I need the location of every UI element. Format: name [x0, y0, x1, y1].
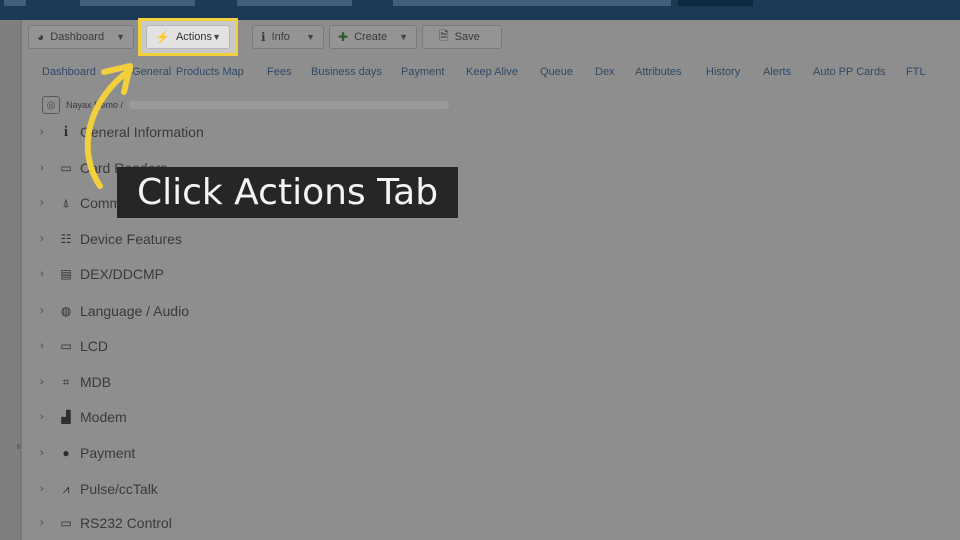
tree-item-general-information[interactable]: › i General Information	[40, 122, 204, 142]
globe-icon: ◍	[60, 304, 72, 318]
top-bar-search-field[interactable]	[393, 0, 671, 6]
tree-item-label: Device Features	[80, 231, 182, 247]
antenna-icon: ⍋	[62, 195, 70, 210]
tree-item-device-features[interactable]: › ☷ Device Features	[40, 229, 182, 249]
create-button[interactable]: ✚ Create ▼	[329, 25, 417, 49]
tree-item-label: General Information	[80, 124, 204, 140]
device-icon: ◎	[42, 96, 60, 114]
tab-attributes[interactable]: Attributes	[635, 66, 681, 78]
tree-item-lcd[interactable]: › ▭ LCD	[40, 336, 108, 356]
chevron-right-icon: ›	[40, 268, 44, 280]
tree-item-label: LCD	[80, 338, 109, 354]
tab-dex[interactable]: Dex	[595, 66, 615, 78]
chevron-down-icon: ▼	[212, 32, 221, 42]
pie-chart-icon: ◕	[37, 30, 45, 44]
create-label: Create	[354, 31, 388, 43]
tab-products-map[interactable]: Products Map	[176, 66, 244, 78]
tree-item-label: RS232 Control	[80, 515, 172, 531]
tab-fees[interactable]: Fees	[267, 66, 291, 78]
chevron-right-icon: ›	[40, 126, 44, 138]
chevron-right-icon: ›	[40, 517, 44, 529]
tree-item-label: Language / Audio	[80, 303, 189, 319]
info-button[interactable]: ℹ Info ▼	[252, 25, 324, 49]
save-icon: 🗎	[439, 28, 449, 43]
tab-dashboard[interactable]: Dashboard	[42, 66, 96, 78]
plus-icon: ✚	[338, 30, 349, 44]
chevron-right-icon: ›	[40, 305, 44, 317]
chevron-right-icon: ›	[40, 233, 44, 245]
tree-item-modem[interactable]: › ▟ Modem	[40, 407, 127, 427]
payment-icon: ●	[62, 446, 70, 460]
tree-item-label: Pulse/ccTalk	[80, 481, 158, 497]
tree-item-mdb[interactable]: › ⌗ MDB	[40, 372, 111, 392]
tab-keep-alive[interactable]: Keep Alive	[466, 66, 518, 78]
chevron-down-icon: ▼	[116, 32, 125, 42]
info-icon: ℹ	[261, 30, 266, 44]
dashboard-label: Dashboard	[50, 31, 105, 43]
top-bar-field[interactable]	[4, 0, 26, 6]
chevron-down-icon: ▼	[399, 32, 408, 42]
info-label: Info	[271, 31, 290, 43]
tree-item-label: Payment	[80, 445, 136, 461]
card-reader-icon: ▭	[60, 161, 72, 175]
rs232-icon: ▭	[60, 516, 72, 530]
info-icon: i	[63, 123, 69, 140]
collapse-handle[interactable]	[17, 444, 20, 449]
actions-button[interactable]: ⚡ Actions ▼	[146, 25, 230, 49]
tree-item-payment[interactable]: › ● Payment	[40, 443, 135, 463]
tab-history[interactable]: History	[706, 66, 740, 78]
actions-label: Actions	[175, 31, 213, 43]
tree-item-label: DEX/DDCMP	[80, 266, 165, 282]
actions-highlight: ⚡ Actions ▼	[138, 18, 238, 56]
chevron-right-icon: ›	[40, 447, 44, 459]
lcd-icon: ▭	[60, 339, 72, 353]
top-bar-select[interactable]	[80, 0, 195, 6]
tab-payment[interactable]: Payment	[401, 66, 444, 78]
tab-auto-pp-cards[interactable]: Auto PP Cards	[813, 66, 886, 78]
chevron-right-icon: ›	[40, 483, 44, 495]
instruction-overlay: Click Actions Tab	[117, 167, 458, 218]
dashboard-button[interactable]: ◕ Dashboard ▼	[28, 25, 134, 49]
modem-icon: ▟	[61, 410, 71, 424]
tab-queue[interactable]: Queue	[540, 66, 573, 78]
chevron-right-icon: ›	[40, 411, 44, 423]
left-rail	[0, 20, 22, 540]
features-icon: ☷	[60, 232, 72, 246]
tree-item-rs232-control[interactable]: › ▭ RS232 Control	[40, 513, 172, 533]
save-button[interactable]: 🗎 Save	[422, 25, 502, 49]
chevron-down-icon: ▼	[306, 32, 315, 42]
top-bar	[0, 0, 960, 20]
tree-item-label: Modem	[80, 409, 127, 425]
tab-ftl[interactable]: FTL	[906, 66, 926, 78]
tree-item-dex-ddcmp[interactable]: › ▤ DEX/DDCMP	[40, 264, 164, 284]
chevron-right-icon: ›	[40, 162, 44, 174]
chevron-right-icon: ›	[40, 376, 44, 388]
breadcrumb-blurred-path	[129, 101, 450, 109]
pulse-icon: ⩘	[62, 481, 70, 496]
tab-alerts[interactable]: Alerts	[763, 66, 791, 78]
top-bar-select[interactable]	[237, 0, 352, 6]
save-label: Save	[454, 31, 480, 43]
chevron-right-icon: ›	[40, 197, 44, 209]
dex-icon: ▤	[60, 267, 72, 281]
mdb-icon: ⌗	[62, 374, 70, 389]
tree-item-pulse-cctalk[interactable]: › ⩘ Pulse/ccTalk	[40, 479, 158, 499]
lightning-icon: ⚡	[155, 30, 170, 44]
tab-general[interactable]: General	[132, 66, 171, 78]
chevron-right-icon: ›	[40, 340, 44, 352]
top-bar-search-button[interactable]	[678, 0, 753, 6]
breadcrumb: ◎ Nayax Demo /	[42, 96, 450, 114]
breadcrumb-root[interactable]: Nayax Demo /	[66, 100, 123, 110]
tree-item-language-audio[interactable]: › ◍ Language / Audio	[40, 301, 189, 321]
tab-business-days[interactable]: Business days	[311, 66, 382, 78]
main-panel: ◕ Dashboard ▼ ℹ Info ▼ ✚ Create ▼ 🗎 Save…	[22, 20, 960, 540]
tree-item-label: MDB	[80, 374, 112, 390]
